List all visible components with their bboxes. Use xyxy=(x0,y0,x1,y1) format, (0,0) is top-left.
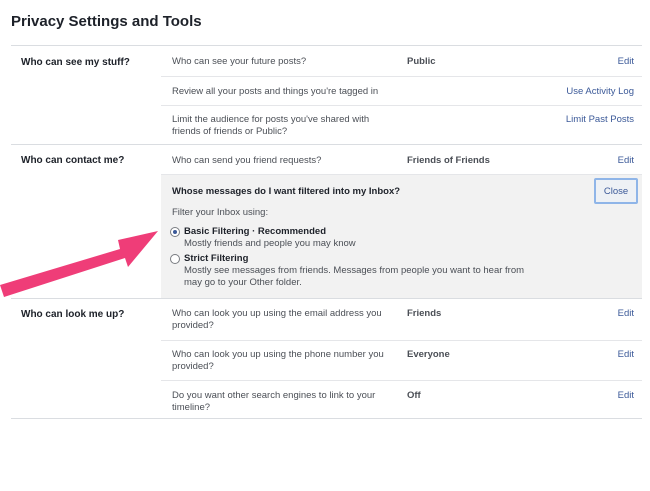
section-label: Who can contact me? xyxy=(21,155,125,166)
setting-value: Friends xyxy=(407,308,442,319)
section-label: Who can look me up? xyxy=(21,309,125,320)
setting-value: Friends of Friends xyxy=(407,155,490,166)
message-filter-panel: Whose messages do I want filtered into m… xyxy=(161,174,642,299)
section-who-can-see-my-stuff: Who can see my stuff? Who can see your f… xyxy=(11,45,642,144)
setting-row-phone-lookup: Who can look you up using the phone numb… xyxy=(161,340,642,380)
edit-link[interactable]: Edit xyxy=(618,155,634,166)
edit-link[interactable]: Edit xyxy=(618,56,634,67)
setting-question: Do you want other search engines to link… xyxy=(172,390,376,413)
setting-row-review-posts: Review all your posts and things you're … xyxy=(161,76,642,105)
section-who-can-look-me-up: Who can look me up? Who can look you up … xyxy=(11,298,642,418)
edit-link[interactable]: Edit xyxy=(618,390,634,401)
page-title: Privacy Settings and Tools xyxy=(11,13,202,30)
edit-link[interactable]: Edit xyxy=(618,349,634,360)
radio-title: Strict Filtering xyxy=(184,253,249,264)
setting-row-search-engines: Do you want other search engines to link… xyxy=(161,380,642,419)
radio-description: Mostly see messages from friends. Messag… xyxy=(184,265,525,288)
section-label: Who can see my stuff? xyxy=(21,57,130,68)
setting-row-email-lookup: Who can look you up using the email addr… xyxy=(161,299,642,340)
close-button[interactable]: Close xyxy=(594,178,638,204)
setting-question: Who can see your future posts? xyxy=(172,56,307,67)
setting-row-friend-requests: Who can send you friend requests? Friend… xyxy=(161,145,642,174)
radio-title: Basic Filtering · Recommended xyxy=(184,226,327,237)
setting-value: Public xyxy=(407,56,436,67)
filter-label: Filter your Inbox using: xyxy=(172,207,269,218)
setting-row-future-posts: Who can see your future posts? Public Ed… xyxy=(161,46,642,76)
radio-description: Mostly friends and people you may know xyxy=(184,238,356,249)
edit-link[interactable]: Edit xyxy=(618,308,634,319)
use-activity-log-link[interactable]: Use Activity Log xyxy=(566,86,634,97)
setting-question: Who can look you up using the phone numb… xyxy=(172,349,384,372)
limit-past-posts-link[interactable]: Limit Past Posts xyxy=(566,114,634,125)
setting-question: Who can look you up using the email addr… xyxy=(172,308,382,331)
annotation-arrow-icon xyxy=(0,231,158,297)
setting-value: Off xyxy=(407,390,421,401)
setting-question: Limit the audience for posts you've shar… xyxy=(172,114,370,137)
panel-title: Whose messages do I want filtered into m… xyxy=(172,186,401,197)
setting-question: Who can send you friend requests? xyxy=(172,155,322,166)
setting-value: Everyone xyxy=(407,349,450,360)
divider xyxy=(11,418,642,419)
setting-row-limit-past-posts: Limit the audience for posts you've shar… xyxy=(161,105,642,145)
setting-question: Review all your posts and things you're … xyxy=(172,86,379,97)
